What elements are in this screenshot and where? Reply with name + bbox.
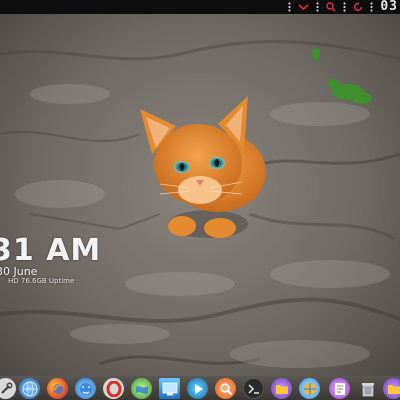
system-tools-icon[interactable] <box>0 378 16 399</box>
finder-icon[interactable] <box>75 378 96 399</box>
menu-dots-icon[interactable] <box>370 0 373 14</box>
folder-icon[interactable] <box>383 378 400 399</box>
web-browser-icon[interactable] <box>19 378 40 399</box>
files-alt-icon[interactable] <box>299 378 320 399</box>
restart-icon[interactable] <box>353 0 363 14</box>
files-icon[interactable] <box>271 378 292 399</box>
desktop-clock-widget: 31 AM 30 June HD 76.6GB Uptime <box>0 233 102 286</box>
desktop-icon[interactable] <box>159 378 180 399</box>
media-player-icon[interactable] <box>187 378 208 399</box>
search-icon[interactable] <box>326 0 336 14</box>
maps-icon[interactable] <box>131 378 152 399</box>
menu-dots-icon[interactable] <box>343 0 346 14</box>
firefox-icon[interactable] <box>47 378 68 399</box>
menu-dots-icon[interactable] <box>288 0 291 14</box>
panel-clock[interactable]: 03 <box>380 0 398 14</box>
terminal-icon[interactable] <box>243 378 264 399</box>
chevron-down-icon[interactable] <box>298 0 309 14</box>
desktop-wallpaper <box>0 14 400 400</box>
search-app-icon[interactable] <box>215 378 236 399</box>
system-stats: HD 76.6GB Uptime <box>8 277 75 285</box>
menu-dots-icon[interactable] <box>316 0 319 14</box>
top-panel: 03 <box>0 0 400 14</box>
clock-time: 31 AM <box>0 233 102 268</box>
dock <box>0 376 400 400</box>
trash-icon[interactable] <box>357 378 378 399</box>
text-editor-icon[interactable] <box>329 378 350 399</box>
opera-icon[interactable] <box>103 378 124 399</box>
